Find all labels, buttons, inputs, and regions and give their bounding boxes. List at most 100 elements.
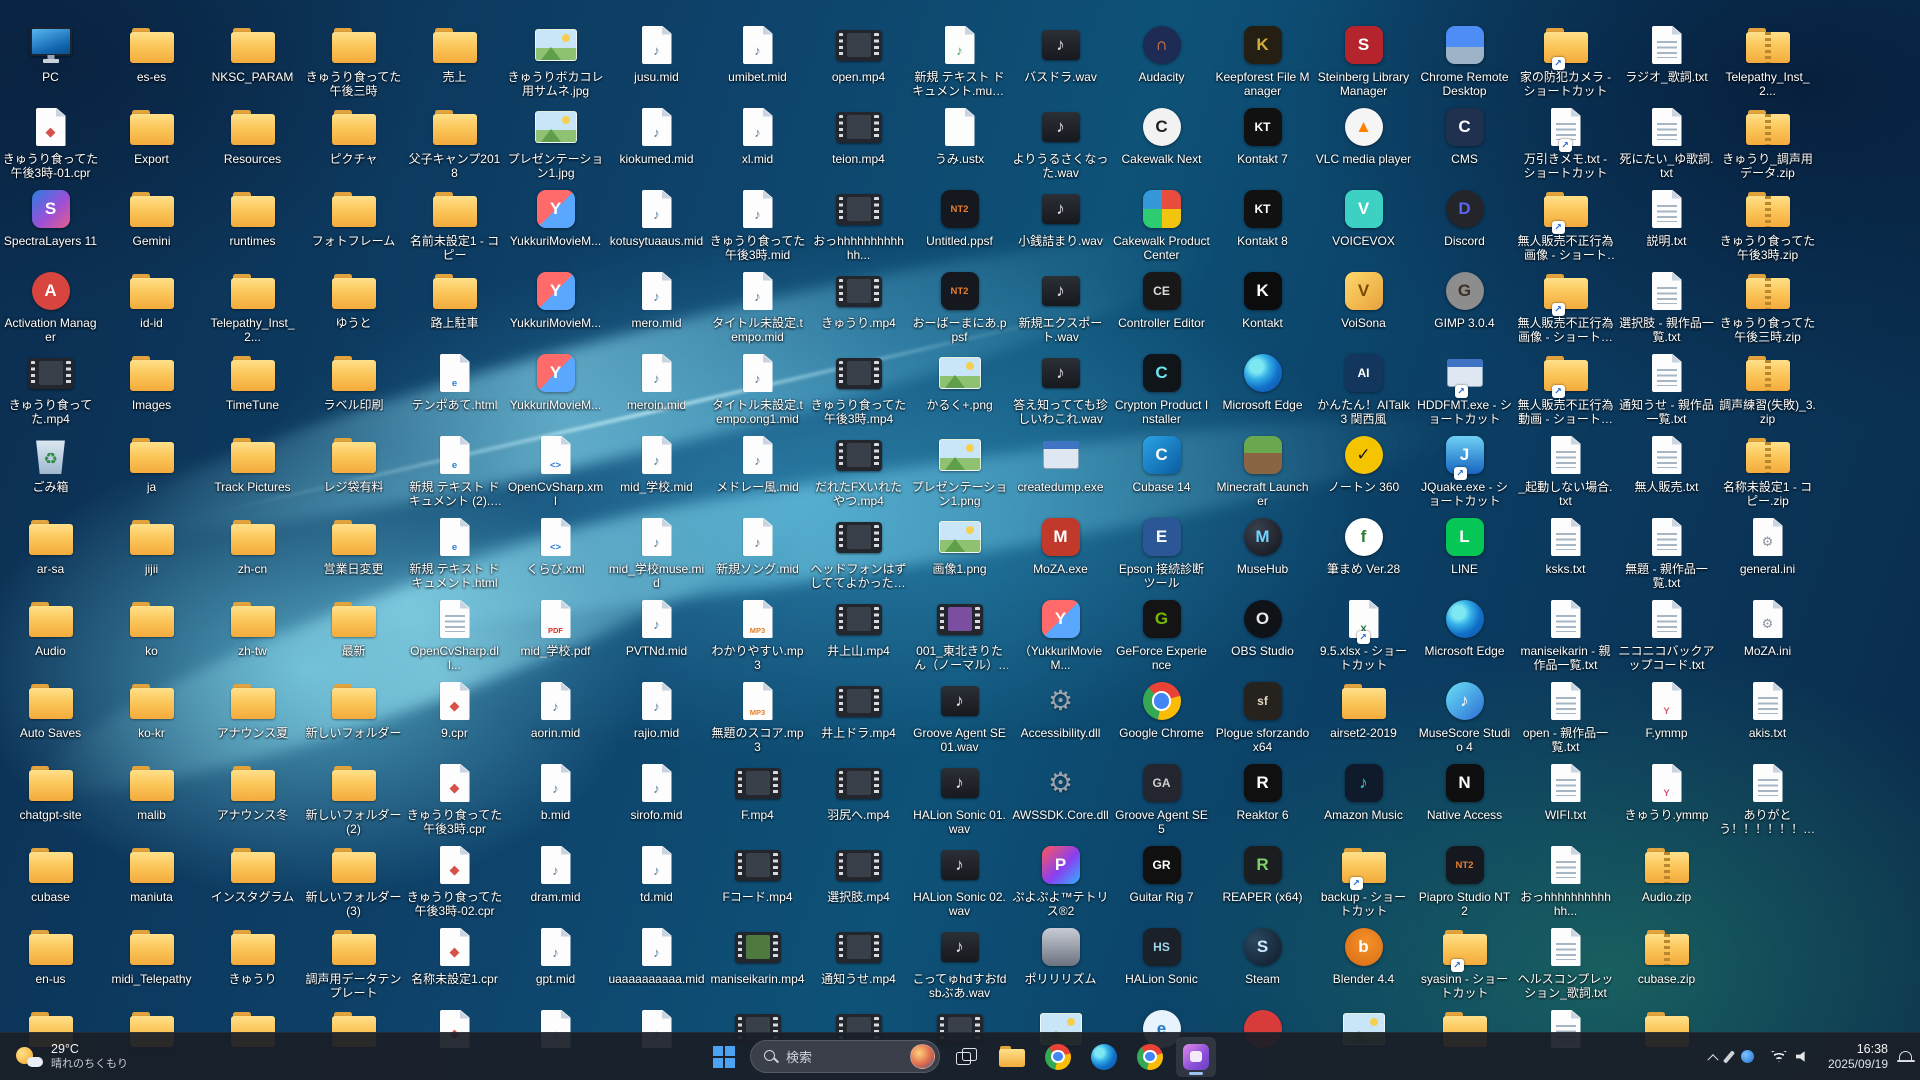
desktop-icon[interactable]: _起動しない場合.txt — [1515, 432, 1616, 508]
tray-app-icon[interactable] — [1741, 1050, 1754, 1063]
desktop-icon[interactable]: ♪dram.mid — [505, 842, 606, 904]
widgets-weather-button[interactable]: 29°C 晴れのちくもり — [6, 1039, 138, 1074]
desktop-icon[interactable]: だれたFXいれたやつ.mp4 — [808, 432, 909, 508]
desktop-icon[interactable]: MP3わかりやすい.mp3 — [707, 596, 808, 672]
desktop-icon[interactable]: MP3無題のスコア.mp3 — [707, 678, 808, 754]
desktop-icon[interactable]: ♪jusu.mid — [606, 22, 707, 84]
desktop-icon[interactable]: Auto Saves — [0, 678, 101, 740]
desktop-icon[interactable]: ♪umibet.mid — [707, 22, 808, 84]
desktop-icon[interactable]: 説明.txt — [1616, 186, 1717, 248]
desktop-icon[interactable]: DDiscord — [1414, 186, 1515, 248]
desktop-icon[interactable]: cubase.zip — [1616, 924, 1717, 986]
notification-bell-icon[interactable] — [1899, 1051, 1912, 1062]
desktop-icon[interactable]: CCakewalk Next — [1111, 104, 1212, 166]
desktop-icon[interactable]: PC — [0, 22, 101, 84]
microsoft-edge-taskbar-button[interactable] — [1084, 1037, 1124, 1077]
desktop-icon[interactable]: NNative Access — [1414, 760, 1515, 822]
desktop-icon[interactable]: 画像1.png — [909, 514, 1010, 576]
desktop-icon[interactable]: きゅうり — [202, 924, 303, 986]
desktop-icon[interactable]: ♪メドレー風.mid — [707, 432, 808, 494]
desktop-icon[interactable]: ↗無人販売不正行為画像 - ショートカ... — [1515, 186, 1616, 262]
desktop-icon[interactable]: ↗無人販売不正行為動画 - ショートカット — [1515, 350, 1616, 426]
desktop-icon[interactable]: Images — [101, 350, 202, 412]
desktop-icon[interactable]: ゆうと — [303, 268, 404, 330]
desktop-icon[interactable]: レジ袋有料 — [303, 432, 404, 494]
desktop-icon[interactable]: GRGuitar Rig 7 — [1111, 842, 1212, 904]
desktop-icon[interactable]: ♪新規ソング.mid — [707, 514, 808, 576]
desktop-icon[interactable]: X↗9.5.xlsx - ショートカット — [1313, 596, 1414, 672]
desktop-icon[interactable]: TimeTune — [202, 350, 303, 412]
desktop-icon[interactable]: ja — [101, 432, 202, 494]
desktop-icon[interactable]: ♪きゅうり食ってた午後3時.mid — [707, 186, 808, 262]
desktop-icon[interactable]: 名前未設定1 - コピー — [404, 186, 505, 262]
desktop-icon[interactable]: ♪答え知ってても珍しいわこれ.wav — [1010, 350, 1111, 426]
desktop-icon[interactable]: Audio.zip — [1616, 842, 1717, 904]
desktop-icon[interactable]: ♪Amazon Music — [1313, 760, 1414, 822]
desktop-icon[interactable]: WIFI.txt — [1515, 760, 1616, 822]
desktop-icon[interactable]: おっhhhhhhhhhhhh... — [1515, 842, 1616, 918]
desktop-icon[interactable]: Telepathy_Inst_2... — [202, 268, 303, 344]
desktop-icon[interactable]: ヘッドフォンはずしててよかった.mp4 — [808, 514, 909, 590]
desktop-icon[interactable]: ♪Groove Agent SE 01.wav — [909, 678, 1010, 754]
desktop-icon[interactable]: PDFmid_学校.pdf — [505, 596, 606, 658]
desktop-icon[interactable]: ♪こってゅhdすおfdsbぶあ.wav — [909, 924, 1010, 1000]
desktop-icon[interactable]: きゅうり食ってた.mp4 — [0, 350, 101, 426]
desktop-icon[interactable]: YYukkuriMovieM... — [505, 268, 606, 330]
desktop-icon[interactable]: midi_Telepathy — [101, 924, 202, 986]
desktop-icon[interactable]: ♪kotusytuaaus.mid — [606, 186, 707, 248]
desktop-icon[interactable]: ◆きゅうり食ってた午後3時.cpr — [404, 760, 505, 836]
desktop-icon[interactable]: ♪aorin.mid — [505, 678, 606, 740]
google-chrome-profile-taskbar-button[interactable] — [1130, 1037, 1170, 1077]
desktop-icon[interactable]: <>OpenCvSharp.xml — [505, 432, 606, 508]
tray-pen-icon[interactable] — [1723, 1050, 1735, 1063]
desktop-icon[interactable]: ksks.txt — [1515, 514, 1616, 576]
desktop-icon[interactable]: Chrome Remote Desktop — [1414, 22, 1515, 98]
desktop-icon[interactable]: CCrypton Product Installer — [1111, 350, 1212, 426]
desktop-icon[interactable]: teion.mp4 — [808, 104, 909, 166]
desktop-icon[interactable]: 通知うせ.mp4 — [808, 924, 909, 986]
desktop-icon[interactable]: ▲VLC media player — [1313, 104, 1414, 166]
desktop-icon[interactable]: ♪mid_学校.mid — [606, 432, 707, 494]
desktop-icon[interactable]: ⚙Accessibility.dll — [1010, 678, 1111, 740]
desktop-icon[interactable]: 無題 - 親作品一覧.txt — [1616, 514, 1717, 590]
desktop-icon[interactable]: GAGroove Agent SE 5 — [1111, 760, 1212, 836]
desktop-icon[interactable]: SSpectraLayers 11 — [0, 186, 101, 248]
desktop-icon[interactable]: OOBS Studio — [1212, 596, 1313, 658]
desktop-icon[interactable]: きゅうり食ってた午後三時.zip — [1717, 268, 1818, 344]
desktop-icon[interactable]: ラジオ_歌詞.txt — [1616, 22, 1717, 84]
desktop-icon[interactable]: ∩Audacity — [1111, 22, 1212, 84]
desktop-icon[interactable]: ↗HDDFMT.exe - ショートカット — [1414, 350, 1515, 426]
desktop-icon[interactable]: GGeForce Experience — [1111, 596, 1212, 672]
desktop-icon[interactable]: 選択肢 - 親作品一覧.txt — [1616, 268, 1717, 344]
desktop-icon[interactable]: ♪td.mid — [606, 842, 707, 904]
google-chrome-taskbar-button[interactable] — [1038, 1037, 1078, 1077]
desktop-icon[interactable]: F.mp4 — [707, 760, 808, 822]
desktop-icon[interactable]: ⚙MoZA.ini — [1717, 596, 1818, 658]
desktop-icon[interactable]: YF.ymmp — [1616, 678, 1717, 740]
desktop-icon[interactable]: KKontakt — [1212, 268, 1313, 330]
desktop-icon[interactable]: ↗syasinn - ショートカット — [1414, 924, 1515, 1000]
desktop-icon[interactable]: createdump.exe — [1010, 432, 1111, 494]
desktop-icon[interactable]: ラベル印刷 — [303, 350, 404, 412]
desktop-icon[interactable]: ⚙general.ini — [1717, 514, 1818, 576]
desktop-icon[interactable]: ♪タイトル未設定.tempo.mid — [707, 268, 808, 344]
desktop-icon[interactable]: maniseikarin.mp4 — [707, 924, 808, 986]
desktop-icon[interactable]: ↗backup - ショートカット — [1313, 842, 1414, 918]
desktop-icon[interactable]: ♪b.mid — [505, 760, 606, 822]
desktop-icon[interactable]: <>くらび.xml — [505, 514, 606, 576]
desktop-icon[interactable]: ♪HALion Sonic 02.wav — [909, 842, 1010, 918]
desktop-icon[interactable]: Telepathy_Inst_2... — [1717, 22, 1818, 98]
desktop-icon[interactable]: プレゼンテーション1.jpg — [505, 104, 606, 180]
desktop-icon[interactable]: KTKontakt 8 — [1212, 186, 1313, 248]
desktop-icon[interactable]: eテンポあて.html — [404, 350, 505, 412]
desktop-icon[interactable]: ♪PVTNd.mid — [606, 596, 707, 658]
desktop-icon[interactable]: maniuta — [101, 842, 202, 904]
desktop-icon[interactable]: zh-tw — [202, 596, 303, 658]
desktop-icon[interactable]: 選択肢.mp4 — [808, 842, 909, 904]
desktop-icon[interactable]: SSteam — [1212, 924, 1313, 986]
desktop-icon[interactable]: フォトフレーム — [303, 186, 404, 248]
desktop-icon[interactable]: ♪タイトル未設定.tempo.ong1.mid — [707, 350, 808, 426]
desktop-icon[interactable]: 001_東北きりたん（ノーマル）_今じゃ... — [909, 596, 1010, 672]
desktop-icon[interactable]: ko-kr — [101, 678, 202, 740]
desktop-icon[interactable]: en-us — [0, 924, 101, 986]
